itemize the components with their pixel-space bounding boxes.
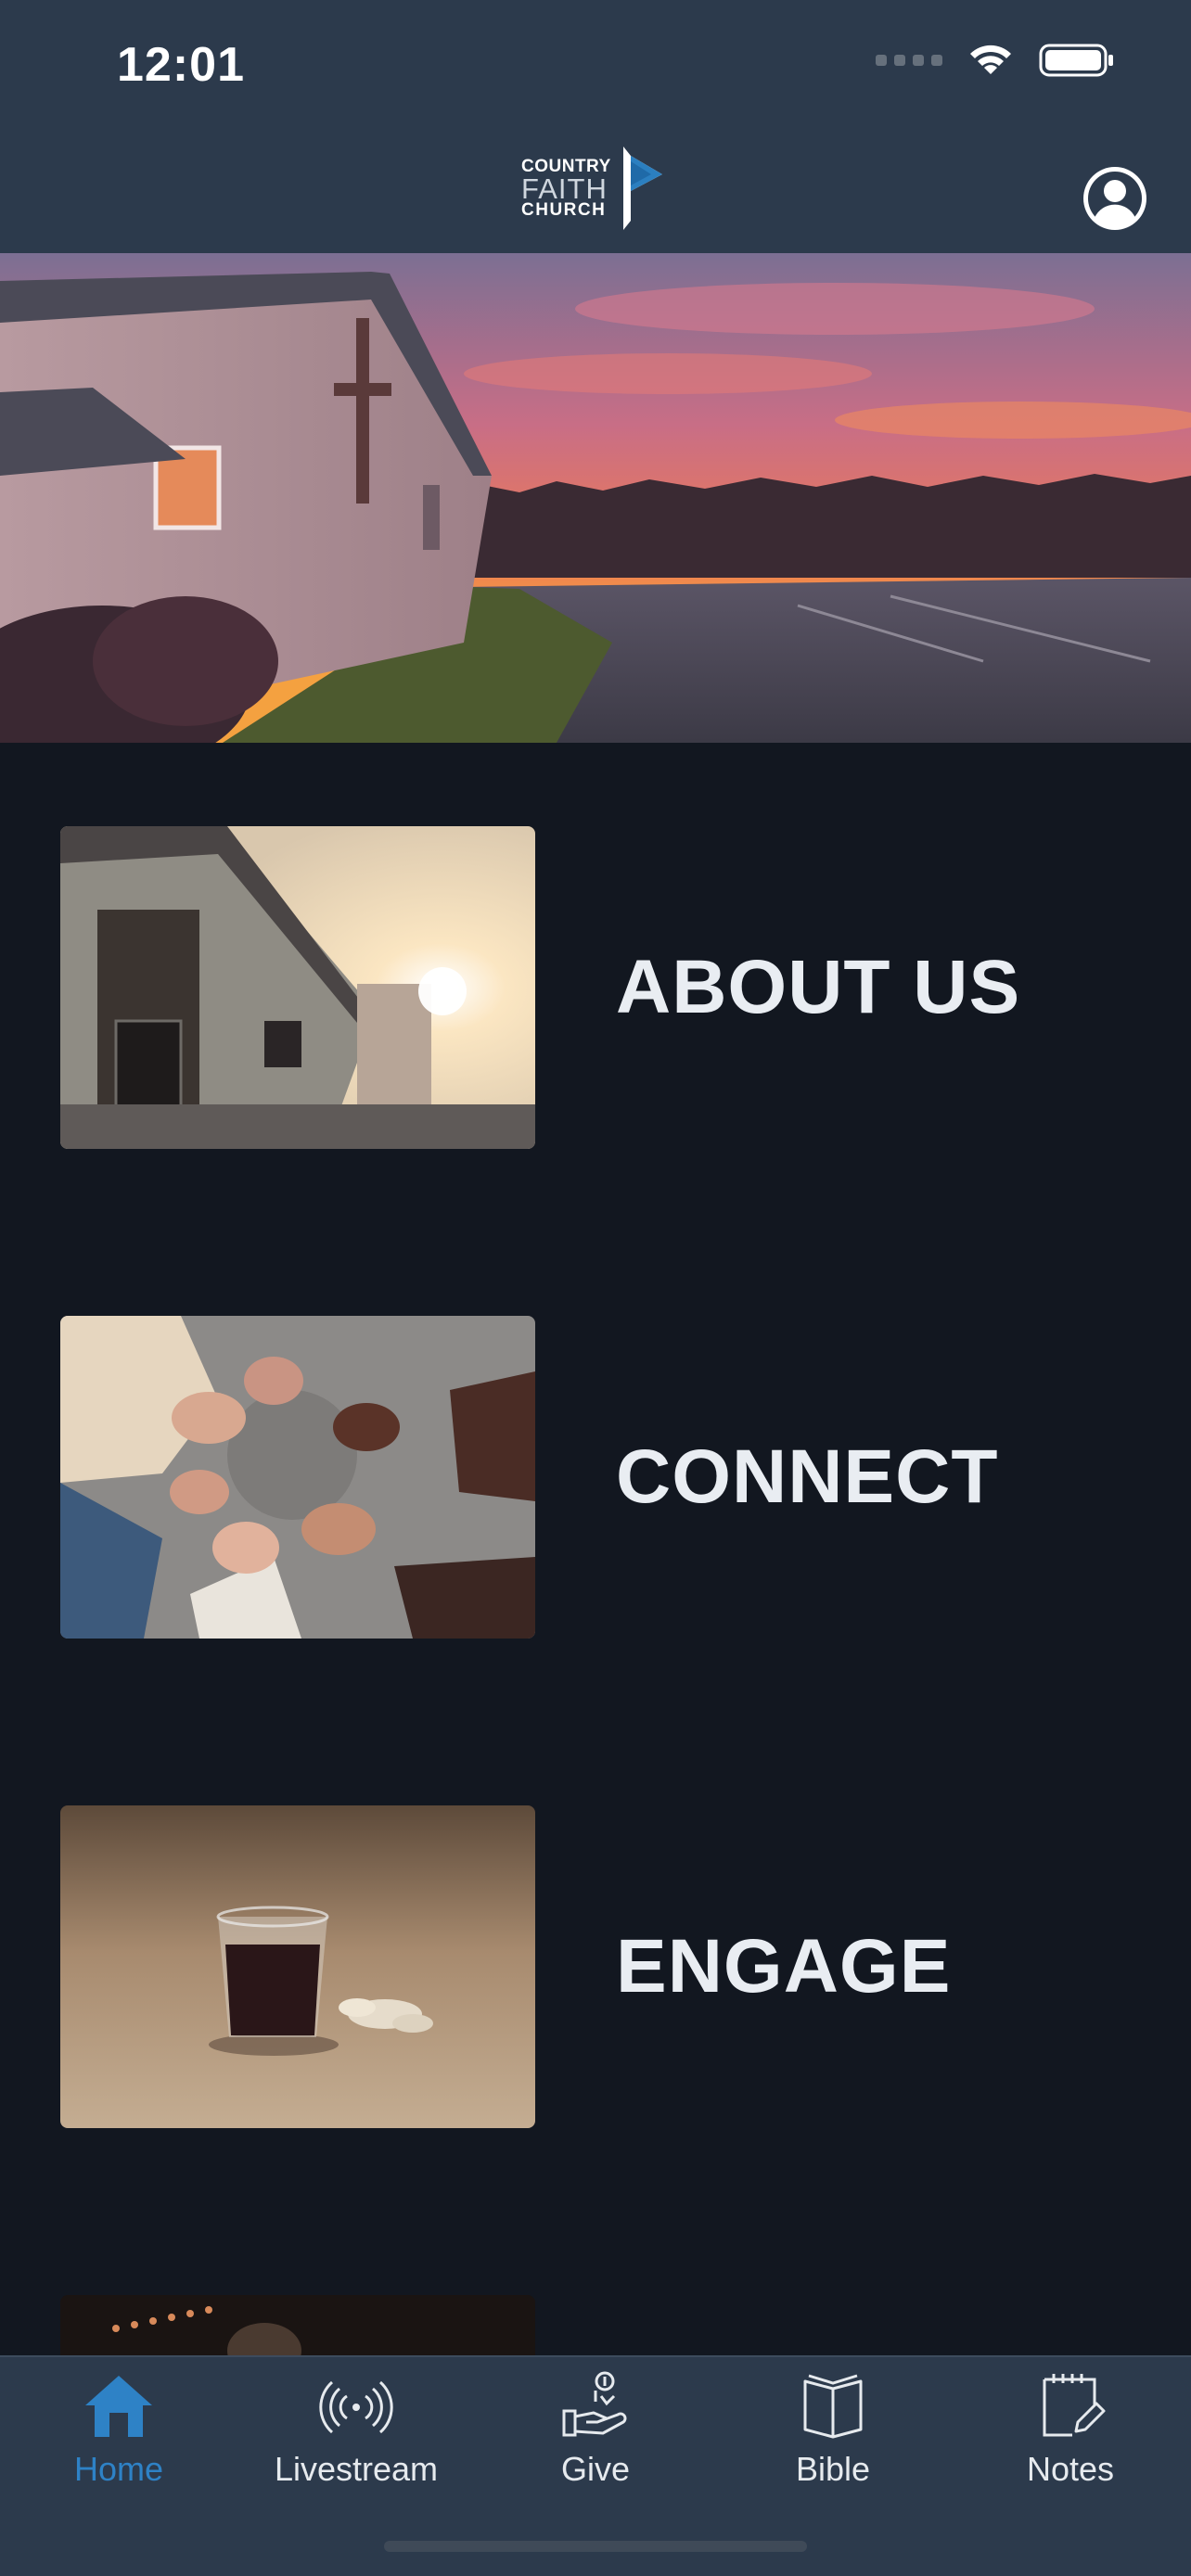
logo-line-2: FAITH [521,172,608,205]
status-time: 12:01 [117,38,245,92]
tab-label: Livestream [274,2450,439,2488]
church-entrance-photo [60,826,535,1149]
section-label: ENGAGE [616,1924,952,2009]
sections-list: ABOUT US CONNECT ENGAGE [0,743,1191,2355]
worship-concert-photo [60,2295,535,2355]
broadcast-icon [319,2380,393,2434]
cellular-signal-icon [876,55,942,66]
section-engage[interactable]: ENGAGE [0,1805,1191,2130]
tab-label: Give [560,2450,631,2488]
giving-hand-icon [562,2371,627,2437]
church-sunset-photo [0,253,1191,743]
book-icon [803,2374,863,2439]
status-icons [876,43,1115,78]
notepad-icon [1043,2374,1106,2437]
top-bar: 12:01 COUNTRY FAITH CHURCH [0,0,1191,253]
tab-give[interactable]: Give [477,2357,714,2506]
home-indicator[interactable] [384,2541,807,2552]
section-worship[interactable] [0,2295,1191,2355]
holding-hands-photo [60,1316,535,1639]
home-icon [85,2376,152,2437]
tab-bible[interactable]: Bible [714,2357,952,2506]
section-label: ABOUT US [616,945,1021,1029]
flag-logo-icon [623,147,662,230]
section-connect[interactable]: CONNECT [0,1316,1191,1640]
hero-image [0,253,1191,743]
battery-icon [1039,44,1113,77]
section-about-us[interactable]: ABOUT US [0,826,1191,1151]
logo-wordmark: COUNTRY FAITH CHURCH [521,158,611,219]
wifi-icon [970,45,1011,74]
communion-cup-photo [60,1805,535,2128]
tab-label: Home [73,2450,164,2488]
user-circle-icon[interactable] [1082,165,1148,232]
tab-home[interactable]: Home [0,2357,237,2506]
tab-label: Bible [795,2450,871,2488]
tab-notes[interactable]: Notes [952,2357,1189,2506]
tab-label: Notes [1026,2450,1115,2488]
section-label: CONNECT [616,1435,999,1519]
tab-livestream[interactable]: Livestream [237,2357,475,2506]
church-logo[interactable]: COUNTRY FAITH CHURCH [521,143,670,236]
logo-line-3: CHURCH [521,200,607,220]
